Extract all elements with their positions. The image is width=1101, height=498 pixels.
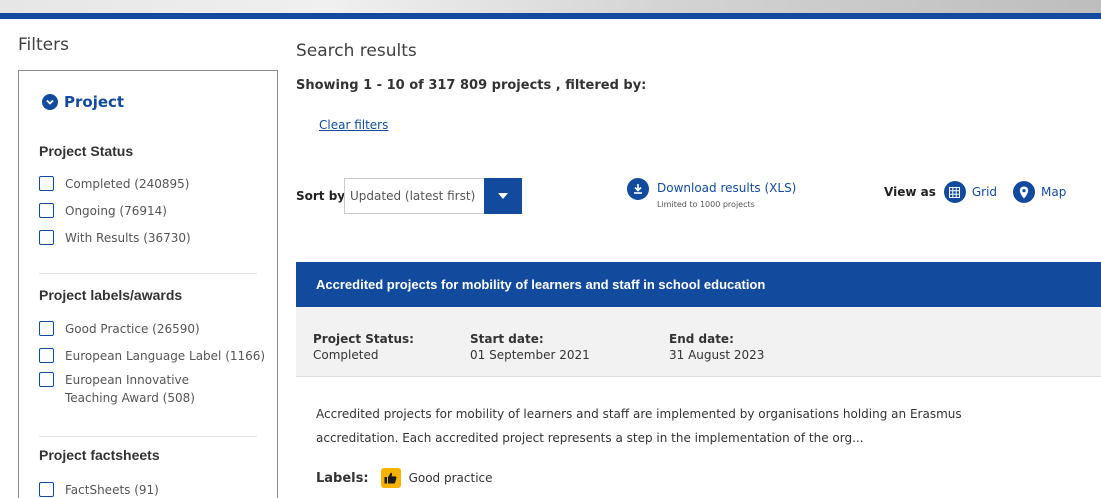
view-grid-option[interactable]: Grid <box>972 185 997 199</box>
divider <box>39 436 257 437</box>
view-map-option[interactable]: Map <box>1041 185 1066 199</box>
checkbox-label: Good Practice (26590) <box>65 322 200 336</box>
checkbox-label: FactSheets (91) <box>65 483 159 497</box>
project-status-label: Project Status: <box>313 332 414 346</box>
sort-label: Sort by <box>296 189 346 203</box>
checkbox-label: European Language Label (1166) <box>65 349 266 363</box>
project-labels: Labels: Good practice <box>316 468 493 488</box>
map-pin-icon[interactable] <box>1013 181 1036 203</box>
project-status: Project Status: Completed <box>313 331 414 363</box>
download-link[interactable]: Download results (XLS) <box>657 181 796 195</box>
checkbox-label: With Results (36730) <box>65 231 191 245</box>
view-as: View as Grid Map <box>884 181 1076 203</box>
grid-icon[interactable] <box>943 181 966 203</box>
end-date: End date: 31 August 2023 <box>669 331 764 363</box>
results-title: Search results <box>296 41 417 61</box>
end-date-value: 31 August 2023 <box>669 348 765 362</box>
end-date-label: End date: <box>669 332 734 346</box>
checkbox[interactable] <box>39 321 54 336</box>
label-value: Good practice <box>408 471 493 485</box>
dropdown-caret-icon[interactable] <box>484 177 522 214</box>
site-header-bar <box>0 13 1101 19</box>
project-card-title[interactable]: Accredited projects for mobility of lear… <box>296 262 1101 307</box>
divider <box>39 273 257 274</box>
filter-completed[interactable]: Completed (240895) <box>39 175 189 193</box>
start-date-value: 01 September 2021 <box>470 348 590 362</box>
chevron-down-icon <box>42 94 58 110</box>
browser-top-strip <box>0 0 1101 13</box>
project-section-label: Project <box>64 93 125 111</box>
checkbox-label: European Innovative Teaching Award (508) <box>65 373 195 405</box>
checkbox-label: Ongoing (76914) <box>65 204 167 218</box>
project-status-value: Completed <box>313 348 379 362</box>
sort-select[interactable]: Updated (latest first) <box>344 177 522 214</box>
filters-panel: Project Project Status Completed (240895… <box>18 70 278 498</box>
project-factsheets-title: Project factsheets <box>39 447 160 463</box>
filter-european-language-label[interactable]: European Language Label (1166) <box>39 347 265 365</box>
project-status-title: Project Status <box>39 143 134 159</box>
filter-innovative-teaching-award[interactable]: European Innovative Teaching Award (508) <box>39 371 239 407</box>
clear-filters-link[interactable]: Clear filters <box>319 118 388 132</box>
start-date-label: Start date: <box>470 332 544 346</box>
filter-with-results[interactable]: With Results (36730) <box>39 229 191 247</box>
checkbox[interactable] <box>39 230 54 245</box>
thumbs-up-icon <box>380 468 401 488</box>
project-card-body: Accredited projects for mobility of lear… <box>296 377 1101 498</box>
checkbox[interactable] <box>39 203 54 218</box>
checkbox[interactable] <box>39 482 54 497</box>
labels-label: Labels: <box>316 470 369 486</box>
start-date: Start date: 01 September 2021 <box>470 331 590 363</box>
download-icon <box>627 178 649 200</box>
project-card-meta: Project Status: Completed Start date: 01… <box>296 307 1101 377</box>
view-as-label: View as <box>884 185 936 199</box>
download-results[interactable]: Download results (XLS) Limited to 1000 p… <box>627 178 796 209</box>
project-description: Accredited projects for mobility of lear… <box>316 407 962 445</box>
download-note: Limited to 1000 projects <box>657 200 755 209</box>
project-section-toggle[interactable]: Project <box>42 93 124 111</box>
checkbox[interactable] <box>39 372 54 387</box>
checkbox[interactable] <box>39 348 54 363</box>
filter-ongoing[interactable]: Ongoing (76914) <box>39 202 167 220</box>
sort-value: Updated (latest first) <box>350 189 476 203</box>
filter-factsheets[interactable]: FactSheets (91) <box>39 481 159 498</box>
filter-good-practice[interactable]: Good Practice (26590) <box>39 320 200 338</box>
checkbox-label: Completed (240895) <box>65 177 190 191</box>
checkbox[interactable] <box>39 176 54 191</box>
project-labels-title: Project labels/awards <box>39 287 183 303</box>
filters-title: Filters <box>18 35 69 55</box>
results-count: Showing 1 - 10 of 317 809 projects , fil… <box>296 78 647 93</box>
